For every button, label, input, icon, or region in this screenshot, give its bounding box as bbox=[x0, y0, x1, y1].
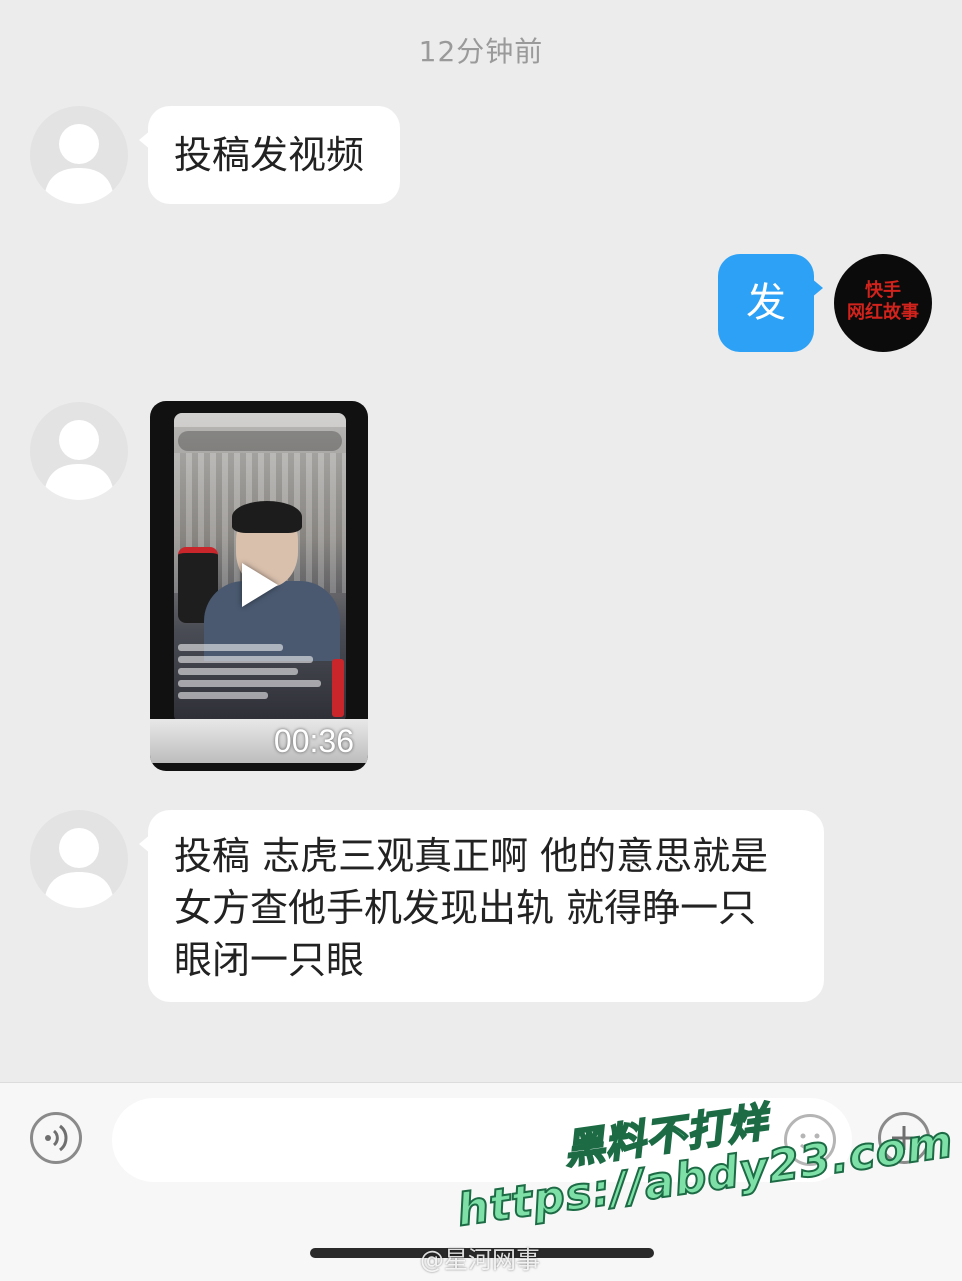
self-avatar[interactable]: 快手 网红故事 bbox=[834, 254, 932, 352]
video-duration: 00:36 bbox=[273, 723, 354, 759]
thumbnail-comments bbox=[178, 639, 328, 721]
contact-avatar[interactable] bbox=[30, 106, 128, 204]
watermark-weibo: @星河网事 bbox=[420, 1246, 540, 1274]
avatar-logo-line2: 网红故事 bbox=[847, 302, 919, 323]
play-icon[interactable] bbox=[242, 563, 278, 607]
voice-button[interactable] bbox=[30, 1112, 82, 1164]
contact-avatar[interactable] bbox=[30, 402, 128, 500]
message-text-line: 投稿 志虎三观真正啊 他的意思就是 bbox=[174, 834, 769, 878]
message-text: 投稿发视频 bbox=[174, 133, 365, 177]
thumbnail-person-hair bbox=[232, 501, 302, 533]
default-avatar-icon bbox=[44, 420, 114, 500]
avatar-logo-line1: 快手 bbox=[865, 280, 901, 301]
message-text-line: 眼闭一只眼 bbox=[174, 938, 365, 982]
timestamp: 12分钟前 bbox=[418, 35, 544, 68]
thumbnail-badge bbox=[332, 659, 344, 717]
message-text: 发 bbox=[746, 280, 786, 326]
thumbnail-live-header bbox=[178, 431, 342, 451]
voice-icon bbox=[45, 1124, 68, 1152]
message-bubble-incoming[interactable]: 投稿发视频 bbox=[139, 106, 400, 204]
message-text-line: 女方查他手机发现出轨 就得睁一只 bbox=[174, 886, 757, 930]
contact-avatar[interactable] bbox=[30, 810, 128, 908]
thumbnail-statusbar bbox=[174, 413, 346, 427]
message-bubble-incoming[interactable]: 投稿 志虎三观真正啊 他的意思就是 女方查他手机发现出轨 就得睁一只 眼闭一只眼 bbox=[139, 810, 824, 1002]
default-avatar-icon bbox=[44, 828, 114, 908]
message-bubble-outgoing[interactable]: 发 bbox=[718, 254, 823, 352]
video-message[interactable]: 00:36 bbox=[150, 401, 368, 771]
default-avatar-icon bbox=[44, 124, 114, 204]
